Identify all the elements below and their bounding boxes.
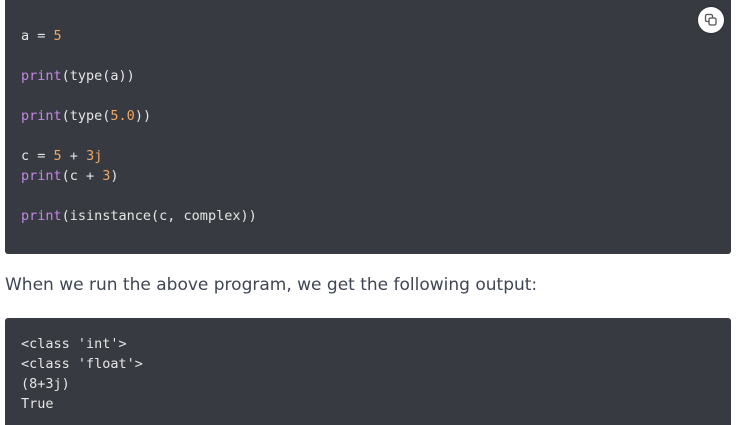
code-token: a [21,28,30,44]
code-line: print(c + 3) [21,166,119,186]
code-token: = [29,28,54,44]
code-token: )) [134,108,152,124]
output-description: When we run the above program, we get th… [5,275,538,295]
code-token: print [21,168,62,184]
output-block: <class 'int'> <class 'float'> (8+3j) True [5,318,731,425]
code-token: 3j [86,148,103,164]
code-token: print [21,68,62,84]
code-line: print(isinstance(c, complex)) [21,206,257,226]
copy-icon [704,13,718,27]
code-token: (c + [61,168,103,184]
code-block: a = 5 print(type(a)) print(type(5.0)) c = 5… [5,0,731,254]
output-line: True [21,396,54,412]
code-token: ) [110,168,119,184]
code-token: print [21,108,62,124]
code-line: print(type(5.0)) [21,106,151,126]
output-line: <class 'int'> [21,336,127,352]
code-token: (type(a)) [61,68,135,84]
code-line: c = 5 + 3j [21,146,102,166]
code-token: (type( [61,108,111,124]
code-line: print(type(a)) [21,66,135,86]
code-line: a = 5 [21,26,62,46]
output-line: (8+3j) [21,376,70,392]
code-token: 5.0 [110,108,135,124]
code-token: = [29,148,54,164]
code-token: print [21,208,62,224]
copy-button[interactable] [698,7,724,33]
output-line: <class 'float'> [21,356,143,372]
code-token: 5 [53,28,62,44]
code-token: (isinstance(c, complex)) [61,208,257,224]
code-token: + [61,148,87,164]
code-token: c [21,148,30,164]
code-token: 5 [53,148,62,164]
